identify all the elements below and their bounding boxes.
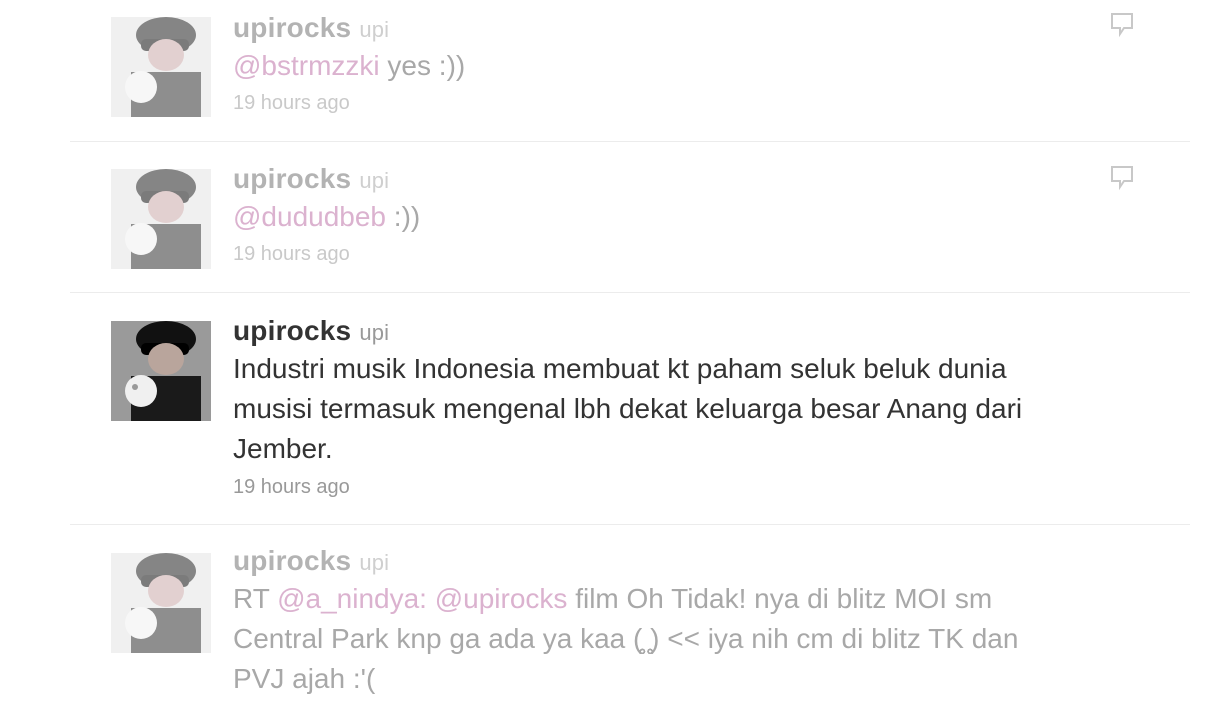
avatar[interactable] (111, 321, 211, 421)
mention-link[interactable]: @bstrmzzki (233, 50, 380, 81)
tweet-display-name: upi (359, 550, 390, 575)
tweet-handle[interactable]: upirocks upi (233, 315, 389, 347)
tweet-text: @bstrmzzki yes :)) (233, 50, 466, 81)
divider (70, 141, 1190, 142)
tweet-text: RT @a_nindya: @upirocks film Oh Tidak! n… (233, 583, 1019, 694)
tweet-timestamp[interactable]: 19 hours ago (233, 243, 350, 266)
avatar[interactable] (111, 17, 211, 117)
reply-bubble-icon[interactable] (1108, 10, 1136, 38)
tweet-handle[interactable]: upirocks upi (233, 545, 389, 577)
reply-bubble-icon[interactable] (1108, 163, 1136, 191)
tweet-handle[interactable]: upirocks upi (233, 163, 389, 195)
divider (70, 524, 1190, 525)
avatar[interactable] (111, 169, 211, 269)
tweet-text: Industri musik Indonesia membuat kt paha… (233, 353, 1023, 464)
tweet-display-name: upi (359, 168, 390, 193)
mention-link[interactable]: @a_nindya: (277, 583, 427, 614)
tweet-display-name: upi (359, 17, 390, 42)
tweet-handle[interactable]: upirocks upi (233, 12, 389, 44)
tweet-timestamp[interactable]: 19 hours ago (233, 476, 350, 499)
avatar[interactable] (111, 553, 211, 653)
tweet-display-name: upi (359, 320, 390, 345)
tweet-timestamp[interactable]: 19 hours ago (233, 92, 350, 115)
mention-link[interactable]: @dududbeb (233, 201, 386, 232)
mention-link[interactable]: @upirocks (435, 583, 568, 614)
tweet-text: @dududbeb :)) (233, 201, 421, 232)
divider (70, 292, 1190, 293)
